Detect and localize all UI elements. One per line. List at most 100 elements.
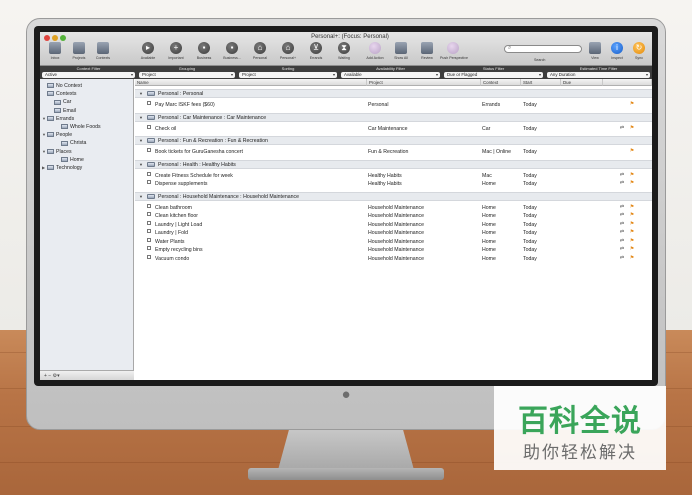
task-checkbox[interactable] [147, 203, 151, 208]
task-checkbox[interactable] [147, 220, 151, 225]
task-row[interactable]: Empty recycling bins Household Maintenanc… [135, 246, 652, 254]
minimize-window-icon[interactable] [52, 35, 58, 41]
task-row[interactable]: Dispense supplements Healthy Habits Home To… [135, 180, 652, 188]
project-group-title: Personal : Health : Healthy Habits [158, 161, 236, 168]
toolbar-button-personal[interactable]: ⌂ Personal+ [275, 42, 301, 64]
column-header-context[interactable]: Context [481, 79, 521, 86]
task-checkbox[interactable] [147, 246, 151, 250]
toolbar-button-waiting[interactable]: ⧗ Waiting [331, 42, 357, 64]
close-window-icon[interactable] [44, 35, 50, 41]
task-context: Home [482, 255, 496, 262]
task-row[interactable]: Water Plants Household Maintenance Home Tod… [135, 237, 652, 246]
flag-icon[interactable]: ⚑ [629, 212, 635, 218]
flag-icon[interactable]: ⚑ [629, 125, 635, 131]
disclosure-triangle-icon[interactable]: ▼ [139, 193, 143, 201]
project-group-row[interactable]: ▼ Personal : Personal [135, 89, 652, 98]
filter-dropdown[interactable]: Any Duration ▾ [547, 72, 650, 78]
task-name: Laundry | Light Load [155, 221, 203, 228]
filter-title: Estimated Time Filter [579, 66, 618, 71]
sidebar-item-errands[interactable]: ▼ Errands [42, 115, 74, 123]
toolbar-button-contexts[interactable]: Contexts [90, 42, 116, 64]
sidebar-item-places[interactable]: ▼ Places [42, 148, 72, 156]
sidebar-item-car[interactable]: Car [49, 98, 71, 106]
filter-dropdown[interactable]: Available ▾ [341, 72, 440, 78]
task-row[interactable]: Clean kitchen floor Household Maintenance… [135, 212, 652, 220]
column-header-start[interactable]: Start [521, 79, 561, 86]
toolbar-button-personal[interactable]: ⌂ Personal [247, 42, 273, 64]
project-group-row[interactable]: ▼ Personal : Household Maintenance : Hous… [135, 191, 652, 201]
task-name: Check oil [155, 125, 177, 132]
disclosure-triangle-icon[interactable]: ▼ [139, 137, 143, 145]
task-context: Car [482, 125, 491, 132]
toolbar-button-errands[interactable]: ⊻ Errands [303, 42, 329, 64]
disclosure-triangle-icon[interactable]: ▼ [139, 90, 143, 98]
flag-icon[interactable]: ⚑ [629, 238, 635, 244]
filter-dropdown[interactable]: Active ▾ [42, 72, 135, 78]
toolbar-button-push-perspective[interactable]: Push Perspective [440, 42, 468, 64]
flag-icon[interactable]: ⚑ [629, 180, 635, 186]
sidebar-item-technology[interactable]: ▶ Technology [42, 164, 82, 172]
sidebar-item-christa[interactable]: Christa [56, 139, 86, 147]
filter-dropdown[interactable]: Due or Flagged ▾ [444, 72, 543, 78]
task-checkbox[interactable] [147, 171, 151, 176]
task-checkbox[interactable] [147, 180, 151, 184]
toolbar-button-sync[interactable]: ↻ Sync [626, 42, 652, 64]
project-group-row[interactable]: ▼ Personal : Health : Healthy Habits [135, 159, 652, 169]
flag-icon[interactable]: ⚑ [629, 204, 635, 210]
flag-icon[interactable]: ⚑ [629, 246, 635, 252]
task-row[interactable]: Vacuum condo Household Maintenance Home Tod… [135, 254, 652, 263]
sidebar-footer-buttons[interactable]: + − ⚙▾ [40, 370, 134, 380]
task-checkbox[interactable] [147, 229, 151, 233]
sidebar-item-contexts[interactable]: Contexts [42, 90, 76, 98]
search-input[interactable]: ⌕ [504, 45, 582, 53]
sidebar-item-home[interactable]: Home [56, 156, 84, 164]
toolbar-button-show-all[interactable]: Show All [388, 42, 414, 64]
column-header-flags[interactable] [603, 79, 652, 86]
task-checkbox[interactable] [147, 237, 151, 242]
filter-dropdown[interactable]: Project ▾ [239, 72, 337, 78]
project-group-row[interactable]: ▼ Personal : Fun & Recreation : Fun & Rec… [135, 136, 652, 145]
task-checkbox[interactable] [147, 254, 151, 259]
column-header-name[interactable]: Name [135, 79, 367, 86]
task-row[interactable]: Laundry | Fold Household Maintenance Home T… [135, 229, 652, 237]
task-row[interactable]: Clean bathroom Household Maintenance Home T… [135, 203, 652, 212]
disclosure-triangle-icon[interactable]: ▼ [139, 114, 143, 122]
toolbar-button-add-action[interactable]: Add Action [362, 42, 388, 64]
task-row[interactable]: Laundry | Light Load Household Maintenanc… [135, 220, 652, 229]
flag-icon[interactable]: ⚑ [629, 148, 635, 154]
task-checkbox[interactable] [147, 148, 151, 152]
task-row[interactable]: Create Fitness Schedule for week Healthy … [135, 171, 652, 180]
task-row[interactable]: Check oil Car Maintenance Car Today ⇄ ⚑ [135, 124, 652, 133]
task-checkbox[interactable] [147, 212, 151, 216]
flag-icon[interactable]: ⚑ [629, 101, 635, 107]
flag-icon[interactable]: ⚑ [629, 255, 635, 261]
project-folder-icon [147, 91, 155, 96]
zoom-window-icon[interactable] [60, 35, 66, 41]
task-row[interactable]: Pay Marc ISKF fees ($60) Personal Errands T… [135, 101, 652, 109]
info-icon: i [611, 42, 623, 54]
task-checkbox[interactable] [147, 124, 151, 129]
toolbar-button-important[interactable]: + Important [163, 42, 189, 64]
repeat-icon: ⇄ [619, 254, 625, 261]
task-checkbox[interactable] [147, 101, 151, 105]
flag-icon[interactable]: ⚑ [629, 221, 635, 227]
toolbar-button-inbox[interactable]: Inbox [42, 42, 68, 64]
sidebar-item-email[interactable]: Email [49, 107, 76, 115]
flag-icon[interactable]: ⚑ [629, 172, 635, 178]
column-header-project[interactable]: Project [367, 79, 481, 86]
column-header-due[interactable]: Due [561, 79, 603, 86]
toolbar-button-business[interactable]: ▪ Business... [219, 42, 245, 64]
filter-estimated-time-filter: Estimated Time Filter Any Duration ▾ [545, 66, 652, 79]
toolbar-button-available[interactable]: ▸ Available [135, 42, 161, 64]
toolbar-button-projects[interactable]: Projects [66, 42, 92, 64]
sidebar-item-people[interactable]: ▼ People [42, 131, 72, 139]
sidebar-item-whole-foods[interactable]: Whole Foods [56, 123, 101, 131]
project-group-row[interactable]: ▼ Personal : Car Maintenance : Car Mainte… [135, 112, 652, 122]
disclosure-triangle-icon[interactable]: ▼ [139, 161, 143, 169]
toolbar-button-business[interactable]: ▪ Business [191, 42, 217, 64]
toolbar-button-review[interactable]: Review [414, 42, 440, 64]
flag-icon[interactable]: ⚑ [629, 229, 635, 235]
filter-dropdown[interactable]: Project ▾ [139, 72, 235, 78]
sidebar-item-no-context[interactable]: No Context [42, 82, 82, 90]
task-row[interactable]: Book tickets for GuruGanesha concert Fun … [135, 148, 652, 156]
